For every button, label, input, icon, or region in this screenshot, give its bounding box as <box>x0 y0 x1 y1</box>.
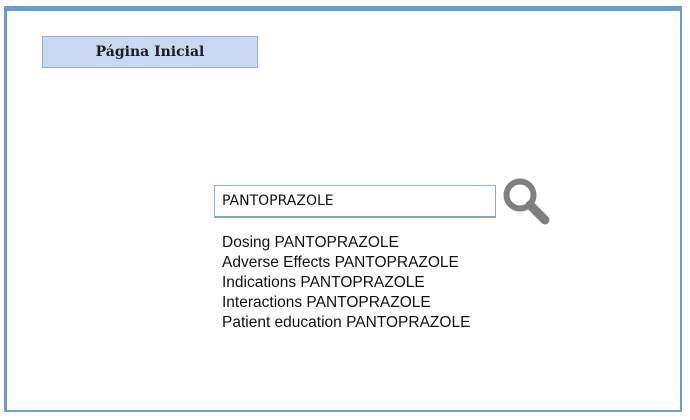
suggestion-item-indications[interactable]: Indications PANTOPRAZOLE <box>222 273 470 293</box>
search-button[interactable] <box>500 176 552 228</box>
search-icon <box>503 178 550 225</box>
suggestion-item-dosing[interactable]: Dosing PANTOPRAZOLE <box>222 233 470 253</box>
suggestion-item-adverse-effects[interactable]: Adverse Effects PANTOPRAZOLE <box>222 253 470 273</box>
search-input[interactable] <box>214 185 496 218</box>
suggestion-item-patient-education[interactable]: Patient education PANTOPRAZOLE <box>222 313 470 333</box>
suggestion-list: Dosing PANTOPRAZOLE Adverse Effects PANT… <box>222 233 470 333</box>
home-button[interactable]: Página Inicial <box>42 36 258 68</box>
suggestion-item-interactions[interactable]: Interactions PANTOPRAZOLE <box>222 293 470 313</box>
